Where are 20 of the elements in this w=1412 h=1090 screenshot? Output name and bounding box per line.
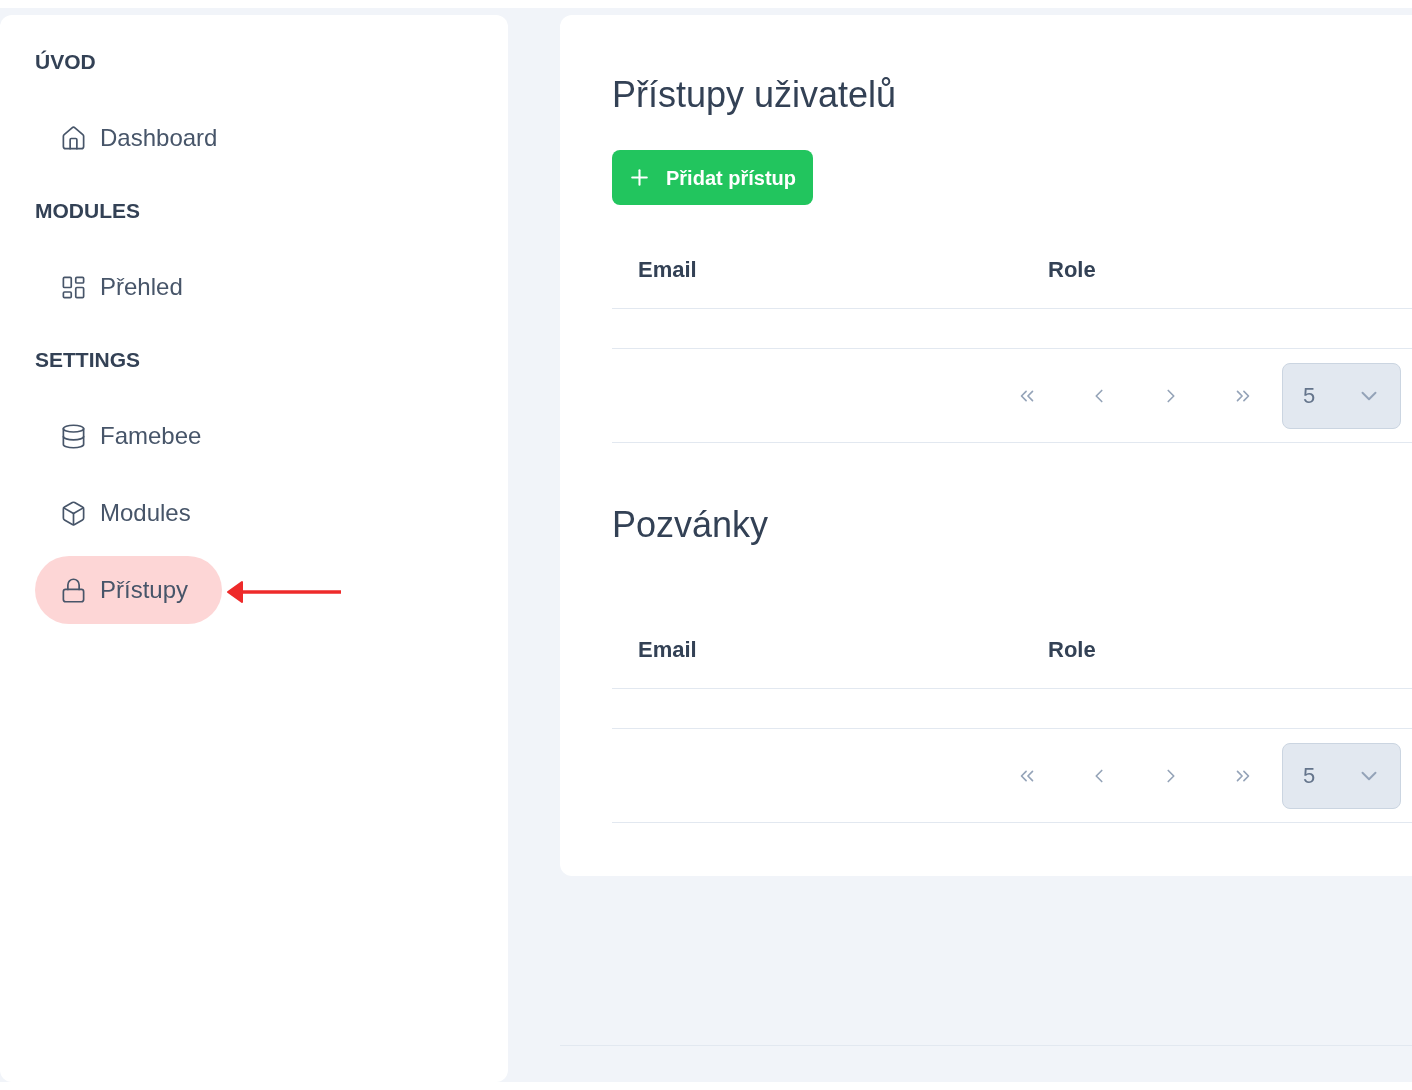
- column-header: Role: [1048, 637, 1096, 662]
- sidebar-item[interactable]: Přehled: [35, 253, 217, 321]
- sidebar-item[interactable]: Modules: [35, 479, 225, 547]
- column-header: Role: [1048, 257, 1096, 282]
- sidebar-heading: SETTINGS: [35, 347, 140, 374]
- sidebar-item[interactable]: Famebee: [35, 402, 236, 470]
- home-icon: [60, 124, 87, 152]
- column-header: Email: [638, 637, 697, 662]
- column-header: Email: [638, 257, 697, 282]
- page-size-select[interactable]: 5: [1282, 742, 1401, 809]
- section-title: Přístupy uživatelů: [612, 73, 897, 117]
- sidebar-item[interactable]: Přístupy: [35, 556, 223, 624]
- sidebar-item[interactable]: Dashboard: [35, 104, 252, 172]
- sidebar-heading: ÚVOD: [35, 49, 96, 76]
- section-title: Pozvánky: [612, 503, 769, 547]
- cube-icon: [60, 499, 87, 527]
- sidebar-heading: MODULES: [35, 198, 140, 225]
- page-size-select[interactable]: 5: [1282, 362, 1401, 429]
- database-icon: [60, 422, 87, 450]
- lock-icon: [60, 576, 87, 604]
